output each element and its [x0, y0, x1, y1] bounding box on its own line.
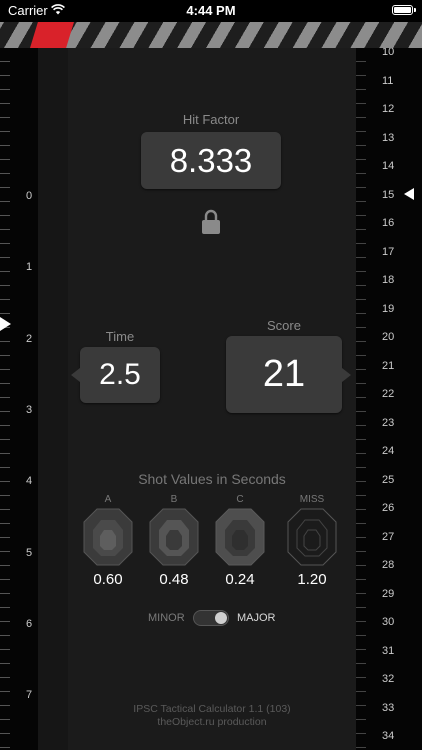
target-miss-icon: [287, 508, 337, 566]
right-ruler-number: 29: [382, 587, 395, 600]
right-ruler-number: 11: [382, 74, 394, 87]
target-c-value: 0.24: [225, 571, 255, 588]
right-ruler-number: 25: [382, 473, 395, 486]
left-ruler-number: 7: [26, 689, 33, 702]
right-ruler-number: 28: [382, 559, 395, 571]
right-ruler-number: 19: [382, 302, 395, 315]
score-value[interactable]: 21: [226, 336, 351, 413]
left-ruler[interactable]: [0, 48, 38, 750]
right-ruler-number: 16: [382, 217, 395, 229]
right-ruler-number: 13: [382, 131, 395, 144]
power-factor-row: MINOR MAJOR: [68, 610, 356, 628]
red-stripe-accent: [30, 22, 74, 48]
score-pointer-icon[interactable]: [404, 188, 414, 200]
right-ruler-number: 14: [382, 160, 395, 172]
right-ruler-number: 33: [382, 701, 395, 714]
target-a-value: 0.60: [93, 571, 123, 588]
left-ruler-number: 6: [26, 617, 33, 630]
target-miss-label: MISS: [299, 494, 325, 505]
score-label: Score: [267, 318, 301, 333]
right-ruler-number: 27: [382, 530, 395, 543]
right-ruler-number: 24: [382, 445, 395, 457]
right-ruler-number: 31: [382, 644, 395, 657]
left-ruler-number: 4: [26, 475, 33, 488]
left-ruler-number: 0: [26, 190, 33, 202]
right-ruler-number: 15: [382, 188, 395, 201]
target-c[interactable]: C 0.24: [214, 494, 266, 588]
target-miss[interactable]: MISS 1.20: [286, 494, 338, 588]
right-ruler-number: 17: [382, 245, 395, 258]
target-b[interactable]: B 0.48: [148, 494, 200, 588]
footer-credit: theObject.ru production: [157, 716, 267, 728]
target-a[interactable]: A 0.60: [82, 494, 134, 588]
status-time: 4:44 PM: [186, 3, 236, 18]
hit-factor-label: Hit Factor: [182, 112, 240, 127]
right-ruler-number: 34: [382, 730, 395, 742]
target-a-label: A: [104, 494, 112, 505]
right-ruler-number: 30: [382, 616, 395, 628]
right-ruler-number: 20: [382, 331, 395, 343]
right-ruler-number: 26: [382, 502, 395, 514]
status-bar: Carrier 4:44 PM: [0, 0, 422, 22]
footer: IPSC Tactical Calculator 1.1 (103) theOb…: [68, 703, 356, 729]
right-ruler-number: 32: [382, 673, 395, 685]
major-label: MAJOR: [237, 612, 276, 624]
target-c-icon: [215, 508, 265, 566]
battery-icon: [392, 5, 416, 15]
left-ruler-number: 5: [26, 546, 33, 559]
time-pointer-icon[interactable]: [0, 317, 11, 331]
target-c-label: C: [236, 494, 244, 505]
power-factor-toggle[interactable]: [193, 610, 229, 626]
target-a-icon: [83, 508, 133, 566]
hazard-stripe-header: [0, 22, 422, 48]
target-b-label: B: [170, 494, 178, 505]
right-ruler-number: 18: [382, 274, 395, 286]
right-ruler-number: 12: [382, 103, 395, 115]
left-ruler-number: 1: [26, 261, 33, 274]
time-value[interactable]: 2.5: [71, 347, 160, 403]
target-b-value: 0.48: [159, 571, 189, 588]
hit-factor-value: 8.333: [141, 132, 281, 189]
target-miss-value: 1.20: [297, 571, 327, 588]
right-ruler-number: 23: [382, 416, 395, 429]
target-b-icon: [149, 508, 199, 566]
shot-values-title: Shot Values in Seconds: [138, 471, 286, 487]
minor-label: MINOR: [148, 612, 185, 624]
right-ruler-number: 22: [382, 388, 395, 400]
footer-app-version: IPSC Tactical Calculator 1.1 (103): [133, 703, 291, 715]
lock-icon[interactable]: [201, 209, 221, 235]
left-ruler-number: 2: [26, 332, 33, 345]
time-label: Time: [105, 329, 135, 344]
left-ruler-number: 3: [26, 403, 33, 416]
right-ruler-number: 21: [382, 359, 395, 372]
